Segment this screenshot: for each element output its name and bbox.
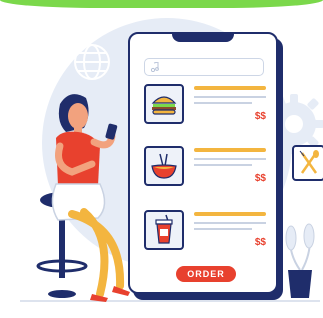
menu-item-burger[interactable]: $$ [144,84,268,126]
item-desc-line [194,96,266,98]
noodle-bowl-icon [151,153,177,179]
top-accent-bar [0,0,323,8]
noodles-thumbnail [144,146,184,186]
order-button[interactable]: ORDER [176,266,236,282]
side-utensils-card [292,145,323,181]
potted-plant [285,223,315,298]
menu-item-drink[interactable]: $$ [144,210,268,252]
phone-notch [172,32,234,42]
item-desc-line [194,222,266,224]
fork-spoon-icon [299,150,319,174]
item-price: $$ [254,111,266,122]
item-title-bar [194,148,266,152]
item-desc-line [194,228,252,230]
item-title-bar [194,86,266,90]
drink-thumbnail [144,210,184,250]
item-price: $$ [254,173,266,184]
music-note-icon [150,62,159,72]
burger-icon [151,96,177,115]
search-input[interactable] [144,58,264,76]
menu-item-noodles[interactable]: $$ [144,146,268,188]
soda-cup-icon [155,214,173,244]
item-desc-line [194,164,252,166]
item-desc-line [194,158,266,160]
item-desc-line [194,102,252,104]
item-price: $$ [254,237,266,248]
globe-icon [74,44,110,80]
phone-screen: $$ $$ $$ ORDER [128,32,278,294]
item-title-bar [194,212,266,216]
woman-illustration [36,94,130,302]
burger-thumbnail [144,84,184,124]
